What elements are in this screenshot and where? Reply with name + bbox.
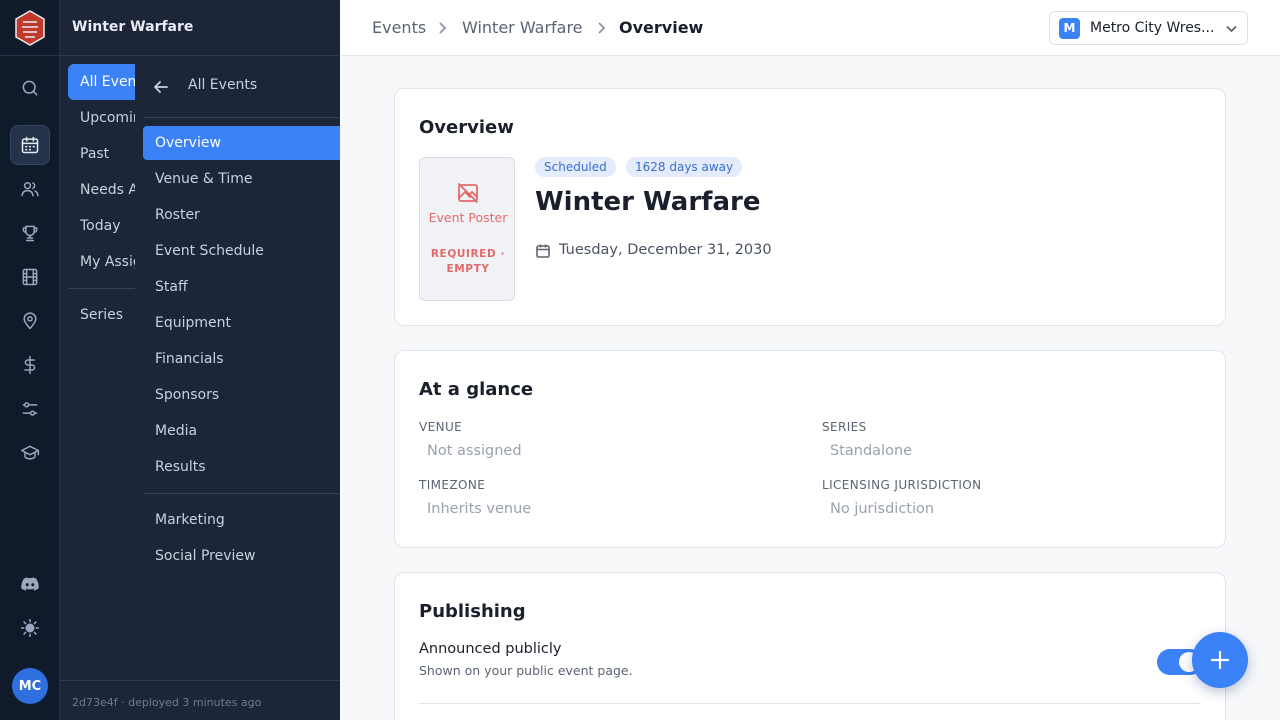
rail-settings[interactable] [10, 389, 50, 429]
rail-finance[interactable] [10, 345, 50, 385]
filter-today[interactable]: Today [68, 208, 136, 244]
poster-required-status: REQUIRED · EMPTY [430, 248, 506, 275]
section-media[interactable]: Media [143, 414, 340, 448]
filter-past[interactable]: Past [68, 136, 136, 172]
timezone-label: TIMEZONE [419, 478, 486, 492]
section-results[interactable]: Results [143, 450, 340, 484]
announced-description: Shown on your public event page. [419, 663, 633, 678]
rail-venues[interactable] [10, 301, 50, 341]
section-marketing[interactable]: Marketing [143, 503, 340, 537]
calendar-icon [21, 136, 39, 154]
avatar[interactable]: MC [12, 668, 48, 704]
rail-discord[interactable] [10, 564, 50, 604]
app-logo[interactable] [14, 10, 46, 46]
countdown-badge: 1628 days away [626, 157, 743, 177]
section-venue-time[interactable]: Venue & Time [143, 162, 340, 196]
series-value[interactable]: Standalone [830, 443, 912, 459]
events-filter-list: All Events Upcoming Past Needs Attention… [60, 56, 136, 676]
breadcrumb-events[interactable]: Events [372, 18, 426, 37]
publishing-card: Publishing Announced publicly Shown on y… [394, 572, 1226, 720]
breadcrumb-event[interactable]: Winter Warfare [462, 18, 583, 37]
calendar-icon [536, 244, 550, 258]
org-switcher[interactable]: M Metro City Wres... [1049, 11, 1248, 45]
arrow-left-icon [154, 81, 168, 93]
back-to-all-events[interactable]: All Events [135, 68, 340, 104]
section-financials[interactable]: Financials [143, 342, 340, 376]
deploy-info: 2d73e4f · deployed 3 minutes ago [72, 696, 262, 709]
filter-divider [68, 288, 136, 289]
plus-icon [1210, 650, 1230, 670]
trophy-icon [22, 225, 38, 242]
nav-footer: 2d73e4f · deployed 3 minutes ago [60, 680, 340, 720]
rail-training[interactable] [10, 433, 50, 473]
image-off-icon [458, 183, 478, 203]
rail-search[interactable] [10, 68, 50, 108]
menu-divider [143, 493, 340, 494]
graduation-cap-icon [20, 445, 40, 460]
licensing-value[interactable]: No jurisdiction [830, 501, 934, 517]
event-title: Winter Warfare [535, 187, 761, 217]
rail-roster[interactable] [10, 169, 50, 209]
event-sections-menu: All Events Overview Venue & Time Roster … [135, 56, 340, 676]
filter-upcoming[interactable]: Upcoming [68, 100, 136, 136]
chevron-down-icon [1226, 25, 1237, 33]
at-a-glance-card: At a glance VENUE Not assigned SERIES St… [394, 350, 1226, 548]
overview-card: Overview Event Poster REQUIRED · EMPTY S… [394, 88, 1226, 326]
section-social-preview[interactable]: Social Preview [143, 539, 340, 573]
rail-titles[interactable] [10, 213, 50, 253]
sun-icon [20, 618, 40, 638]
section-equipment[interactable]: Equipment [143, 306, 340, 340]
status-badge: Scheduled [535, 157, 616, 177]
rail-divider [0, 55, 60, 56]
org-badge: M [1059, 18, 1080, 39]
icon-rail: MC [0, 0, 60, 720]
poster-label: Event Poster [428, 210, 508, 225]
back-label: All Events [188, 77, 258, 93]
nav-header: Winter Warfare [60, 0, 340, 56]
section-event-schedule[interactable]: Event Schedule [143, 234, 340, 268]
publishing-title: Publishing [419, 601, 526, 622]
org-name: Metro City Wres... [1090, 20, 1215, 36]
publishing-divider [419, 703, 1201, 704]
overview-title: Overview [419, 117, 514, 138]
event-poster-slot[interactable]: Event Poster REQUIRED · EMPTY [419, 157, 515, 301]
rail-theme[interactable] [10, 608, 50, 648]
licensing-label: LICENSING JURISDICTION [822, 478, 982, 492]
section-staff[interactable]: Staff [143, 270, 340, 304]
series-label: SERIES [822, 420, 867, 434]
add-button[interactable] [1192, 632, 1248, 688]
chevron-right-icon [598, 22, 606, 34]
users-icon [21, 182, 39, 197]
search-icon [22, 80, 38, 96]
breadcrumb-current: Overview [619, 18, 704, 37]
filter-series[interactable]: Series [68, 297, 136, 333]
event-date: Tuesday, December 31, 2030 [559, 242, 772, 258]
nav-panel: Winter Warfare All Events Upcoming Past … [60, 0, 340, 720]
filter-all-events[interactable]: All Events [68, 64, 136, 100]
venue-value[interactable]: Not assigned [427, 443, 522, 459]
filter-my-assignments[interactable]: My Assignments [68, 244, 136, 280]
film-icon [22, 268, 38, 286]
top-bar: Events Winter Warfare Overview M Metro C… [340, 0, 1280, 56]
at-a-glance-title: At a glance [419, 379, 534, 400]
section-sponsors[interactable]: Sponsors [143, 378, 340, 412]
sliders-icon [22, 402, 38, 416]
section-overview[interactable]: Overview [143, 126, 340, 160]
announced-label: Announced publicly [419, 641, 562, 657]
timezone-value[interactable]: Inherits venue [427, 501, 531, 517]
section-roster[interactable]: Roster [143, 198, 340, 232]
dollar-icon [24, 355, 36, 375]
discord-icon [21, 577, 39, 591]
map-pin-icon [23, 312, 37, 330]
rail-events[interactable] [10, 125, 50, 165]
rail-media[interactable] [10, 257, 50, 297]
chevron-right-icon [439, 22, 447, 34]
filter-needs-attention[interactable]: Needs Attention [68, 172, 136, 208]
venue-label: VENUE [419, 420, 463, 434]
nav-title: Winter Warfare [72, 19, 194, 35]
menu-divider [143, 117, 340, 118]
